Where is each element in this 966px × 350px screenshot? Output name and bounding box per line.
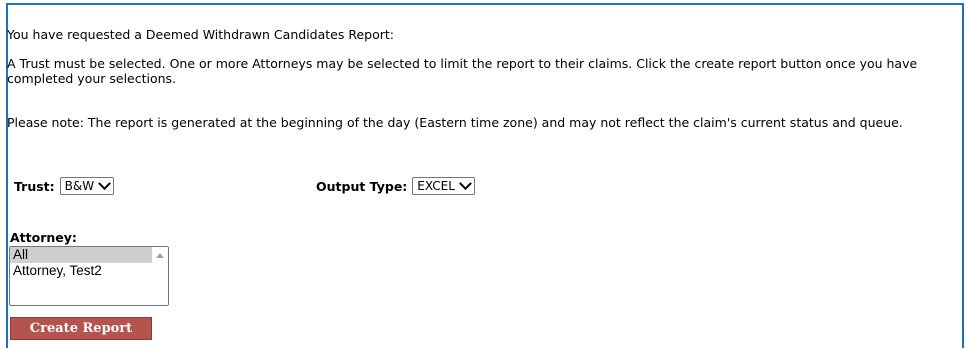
note-text: Please note: The report is generated at … [7, 115, 903, 130]
trust-select[interactable]: B&W [59, 176, 115, 195]
attorney-label: Attorney: [10, 230, 77, 245]
listbox-scrollbar[interactable] [152, 247, 168, 305]
intro-text: You have requested a Deemed Withdrawn Ca… [7, 27, 394, 42]
attorney-option-all[interactable]: All [10, 247, 152, 263]
attorney-listbox[interactable]: All Attorney, Test2 [9, 246, 169, 306]
instructions-text: A Trust must be selected. One or more At… [7, 56, 918, 86]
chevron-down-icon [459, 176, 472, 190]
scroll-up-arrow-icon[interactable] [156, 253, 164, 258]
create-report-button[interactable]: Create Report [10, 317, 152, 340]
output-type-label: Output Type: [316, 178, 408, 194]
attorney-option-test2[interactable]: Attorney, Test2 [10, 263, 152, 279]
output-type-select-value: EXCEL [417, 179, 455, 193]
trust-select-value: B&W [64, 179, 95, 193]
trust-row: Trust: B&W [14, 176, 115, 195]
output-type-select[interactable]: EXCEL [412, 176, 475, 195]
chevron-down-icon [98, 176, 111, 190]
output-type-row: Output Type: EXCEL [316, 176, 475, 195]
trust-label: Trust: [14, 178, 55, 194]
